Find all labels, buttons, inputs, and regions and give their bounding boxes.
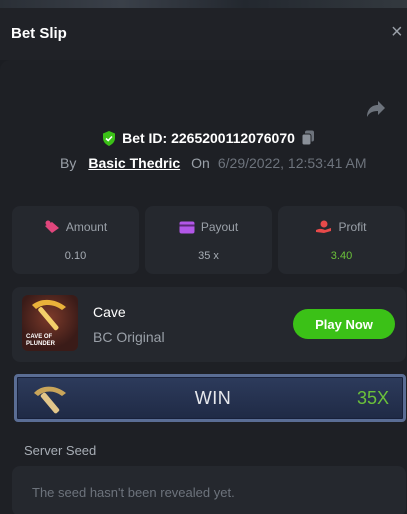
payout-value: 35 x — [198, 250, 219, 262]
result-label: WIN — [194, 388, 232, 408]
payout-label: Payout — [200, 220, 239, 234]
bet-author-row: By Basic Thedric On 6/29/2022, 12:53:41 … — [60, 153, 367, 173]
result-multiplier: 35X — [356, 388, 389, 408]
close-icon[interactable]: × — [391, 22, 407, 42]
top-strip — [0, 0, 407, 8]
payout-card: Payout 35 x — [145, 206, 272, 274]
on-label: On — [191, 155, 210, 171]
server-seed-placeholder: The seed hasn't been revealed yet. — [32, 485, 235, 500]
copy-icon[interactable] — [301, 130, 315, 146]
pickaxe-icon — [32, 299, 66, 331]
amount-value: 0.10 — [64, 250, 87, 262]
user-link[interactable]: Basic Thedric — [88, 155, 180, 171]
game-card: CAVE OF PLUNDER Cave BC Original Play No… — [12, 287, 406, 362]
profit-icon — [316, 220, 332, 233]
bet-slip-title: Bet Slip — [11, 25, 67, 42]
bet-id: Bet ID: 2265200112076070 — [122, 130, 295, 146]
bet-datetime: 6/29/2022, 12:53:41 AM — [217, 155, 367, 171]
bet-id-row: Bet ID: 2265200112076070 — [0, 128, 407, 148]
server-seed-label: Server Seed — [24, 443, 97, 458]
amount-label: Amount — [65, 220, 108, 234]
bet-slip-header: Bet Slip × — [0, 8, 407, 60]
share-icon[interactable] — [366, 100, 386, 118]
play-now-button[interactable]: Play Now — [293, 309, 395, 339]
game-name: Cave — [93, 304, 126, 320]
payout-icon — [179, 221, 195, 233]
amount-card: Amount 0.10 — [12, 206, 139, 274]
game-provider: BC Original — [93, 329, 165, 345]
game-thumbnail[interactable]: CAVE OF PLUNDER — [22, 295, 78, 351]
verified-shield-icon — [103, 130, 116, 146]
amount-icon — [44, 220, 59, 233]
win-banner: WIN 35X — [14, 374, 406, 422]
profit-value: 3.40 — [330, 250, 353, 262]
profit-card: Profit 3.40 — [278, 206, 405, 274]
by-label: By — [60, 155, 77, 171]
server-seed-field[interactable]: The seed hasn't been revealed yet. — [12, 466, 406, 514]
thumbnail-caption: CAVE OF PLUNDER — [26, 334, 56, 347]
profit-label: Profit — [338, 220, 367, 234]
